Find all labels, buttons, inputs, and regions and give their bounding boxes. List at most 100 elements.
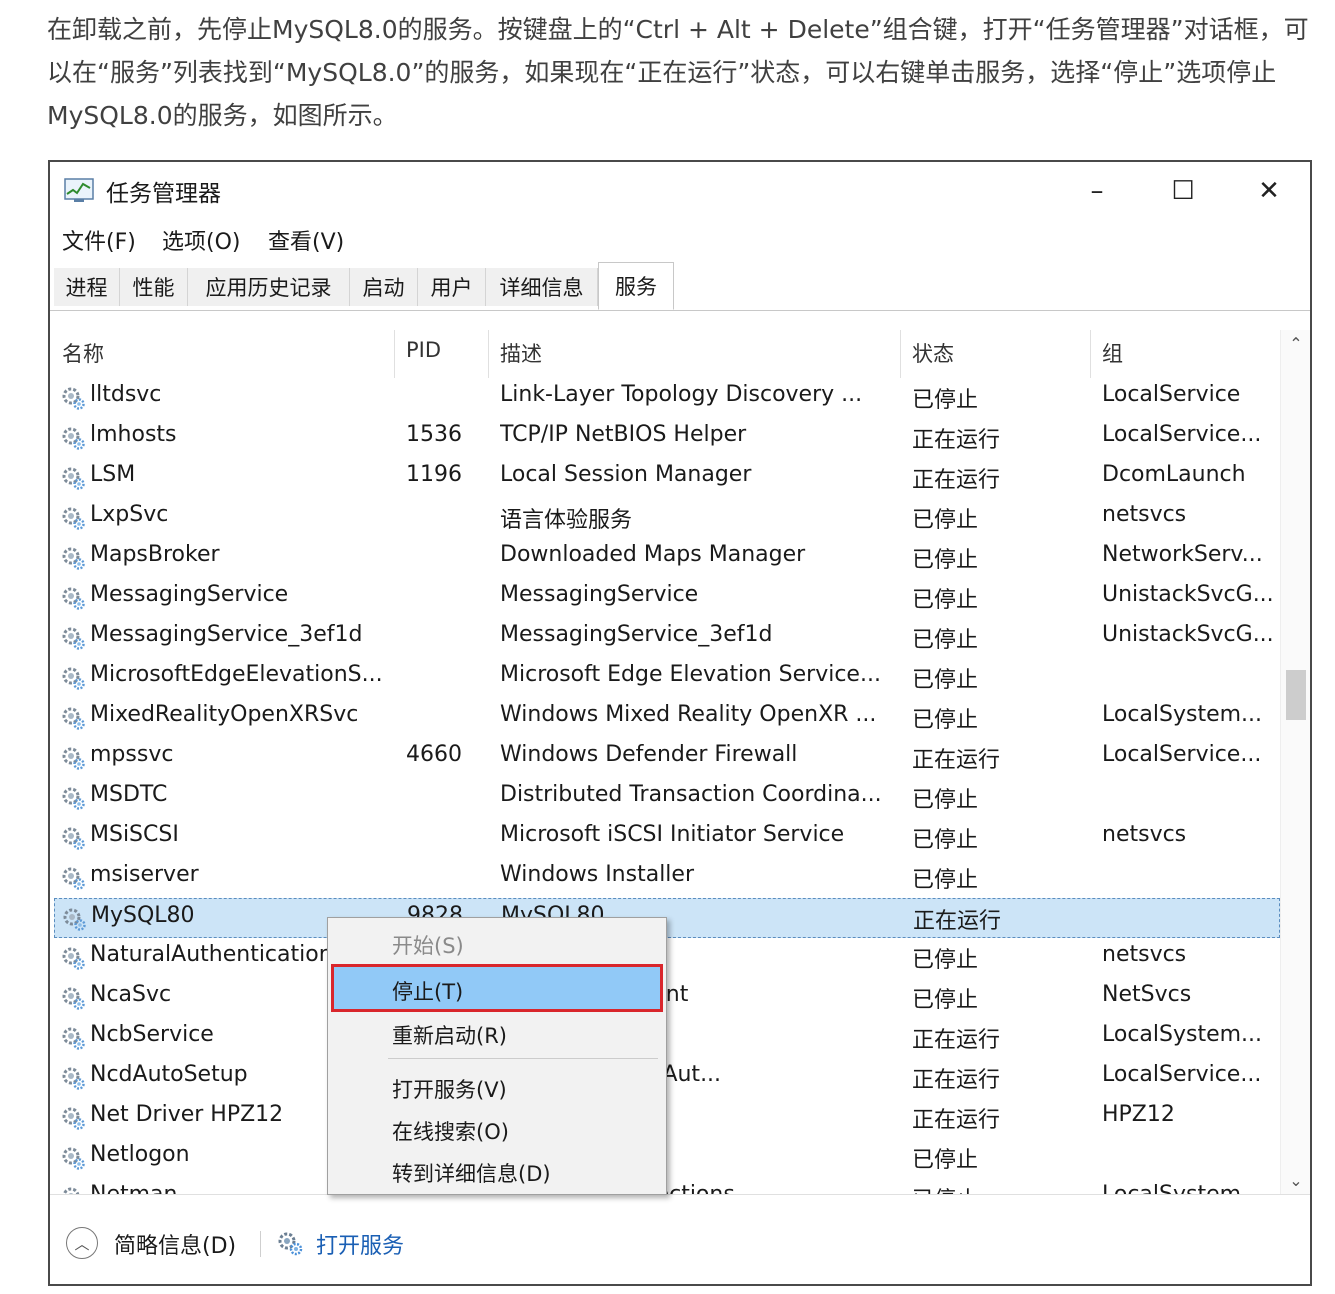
open-services-link[interactable]: 打开服务 xyxy=(316,1228,404,1260)
service-status: 已停止 xyxy=(912,988,979,1013)
table-row[interactable]: NcdAutoSetupected Devices Aut...正在运行Loca… xyxy=(54,1058,1280,1098)
menu-separator xyxy=(388,1058,658,1059)
service-name: MicrosoftEdgeElevationS... xyxy=(90,662,383,687)
table-row[interactable]: MSDTC Distributed Transaction Coordina...… xyxy=(54,778,1280,818)
service-description: Distributed Transaction Coordina... xyxy=(500,782,882,807)
chevron-up-circle-icon[interactable]: ︿ xyxy=(66,1227,98,1259)
service-group: DcomLaunch xyxy=(1102,462,1246,487)
service-group: LocalSystem... xyxy=(1102,1182,1278,1194)
service-pid: 1536 xyxy=(406,422,462,447)
tab-performance[interactable]: 性能 xyxy=(120,268,188,306)
column-description[interactable]: 描述 xyxy=(500,338,542,368)
table-row[interactable]: MixedRealityOpenXRSvc Windows Mixed Reali… xyxy=(54,698,1280,738)
table-row[interactable]: MapsBroker Downloaded Maps Manager 已停止 Netw… xyxy=(54,538,1280,578)
context-menu-item[interactable]: 停止(T) xyxy=(331,964,663,1012)
scrollbar-thumb[interactable] xyxy=(1286,670,1306,720)
table-row[interactable]: MSiSCSI Microsoft iSCSI Initiator Service… xyxy=(54,818,1280,858)
footer-divider xyxy=(260,1231,261,1257)
maximize-button[interactable]: ☐ xyxy=(1140,166,1226,216)
context-menu-item[interactable]: 在线搜索(O) xyxy=(328,1108,666,1150)
task-manager-icon xyxy=(64,178,94,202)
context-menu-label: 在线搜索(O) xyxy=(392,1120,509,1144)
tab-services[interactable]: 服务 xyxy=(598,262,674,310)
sort-up-icon: ⌃ xyxy=(214,330,229,339)
service-name: MessagingService xyxy=(90,582,289,607)
footer: ︿ 简略信息(D) 打开服务 xyxy=(50,1194,1310,1284)
table-row[interactable]: lltdsvc Link-Layer Topology Discovery ...… xyxy=(54,378,1280,418)
table-row[interactable]: MySQL80 9828 MySQL80 正在运行 xyxy=(54,898,1280,938)
column-group[interactable]: 组 xyxy=(1102,338,1123,368)
tab-users[interactable]: 用户 xyxy=(418,268,486,306)
context-menu-label: 停止(T) xyxy=(392,980,464,1004)
title-bar: 任务管理器 – ☐ ✕ xyxy=(50,162,1310,220)
context-menu-item[interactable]: 重新启动(R) xyxy=(328,1012,666,1054)
table-row[interactable]: mpssvc 4660 Windows Defender Firewall 正在运行 L… xyxy=(54,738,1280,778)
service-name: MapsBroker xyxy=(90,542,220,567)
table-row[interactable]: msiserver Windows Installer 已停止 xyxy=(54,858,1280,898)
minimize-button[interactable]: – xyxy=(1054,166,1140,216)
service-group: netsvcs xyxy=(1102,502,1187,527)
table-row[interactable]: NcbServiceection Broker正在运行LocalSystem..… xyxy=(54,1018,1280,1058)
column-name[interactable]: 名称 xyxy=(62,338,104,368)
service-status: 正在运行 xyxy=(912,1068,1001,1093)
service-name: mpssvc xyxy=(90,742,174,767)
scroll-down-icon[interactable]: ⌄ xyxy=(1281,1171,1310,1190)
column-divider[interactable] xyxy=(394,330,395,378)
service-name: LxpSvc xyxy=(90,502,169,527)
vertical-scrollbar[interactable]: ⌃ ⌄ xyxy=(1280,330,1310,1194)
table-row[interactable]: NcaSvcectivity Assistant已停止NetSvcs xyxy=(54,978,1280,1018)
service-description: Microsoft iSCSI Initiator Service xyxy=(500,822,845,847)
table-row[interactable]: Netlogon 已停止 xyxy=(54,1138,1280,1178)
service-group: LocalService xyxy=(1102,382,1241,407)
column-divider[interactable] xyxy=(900,330,901,378)
close-button[interactable]: ✕ xyxy=(1226,166,1310,216)
service-status: 已停止 xyxy=(912,548,979,573)
service-status: 已停止 xyxy=(912,1182,1088,1194)
table-row[interactable]: NaturalAuthentication 已停止 netsvcs xyxy=(54,938,1280,978)
service-status: 已停止 xyxy=(912,668,979,693)
service-gear-icon xyxy=(62,507,85,530)
column-divider[interactable] xyxy=(488,330,489,378)
scroll-up-icon[interactable]: ⌃ xyxy=(1281,334,1310,353)
service-gear-icon xyxy=(62,1147,85,1170)
table-row[interactable]: MessagingService MessagingService 已停止 Unist… xyxy=(54,578,1280,618)
table-row[interactable]: MessagingService_3ef1d MessagingService_3… xyxy=(54,618,1280,658)
tab-processes[interactable]: 进程 xyxy=(54,268,120,306)
service-status: 正在运行 xyxy=(912,468,1001,493)
service-gear-icon xyxy=(62,1187,80,1194)
service-status: 已停止 xyxy=(912,508,979,533)
menu-options[interactable]: 选项(O) xyxy=(162,224,240,256)
service-gear-icon xyxy=(62,547,85,570)
table-row[interactable]: MicrosoftEdgeElevationS... Microsoft Edge… xyxy=(54,658,1280,698)
service-status: 已停止 xyxy=(912,708,979,733)
tab-details[interactable]: 详细信息 xyxy=(486,268,598,306)
tab-app-history[interactable]: 应用历史记录 xyxy=(188,268,350,306)
tab-startup[interactable]: 启动 xyxy=(350,268,418,306)
service-description: 语言体验服务 xyxy=(500,508,633,533)
table-row[interactable]: Net Driver HPZ1212正在运行HPZ12 xyxy=(54,1098,1280,1138)
column-divider[interactable] xyxy=(1090,330,1091,378)
service-gear-icon xyxy=(63,908,86,931)
service-description: Link-Layer Topology Discovery ... xyxy=(500,382,863,407)
table-row[interactable]: lmhosts 1536 TCP/IP NetBIOS Helper 正在运行 Loca… xyxy=(54,418,1280,458)
service-description: MessagingService_3ef1d xyxy=(500,622,773,647)
services-gear-icon[interactable] xyxy=(276,1229,304,1257)
table-row[interactable]: LxpSvc 语言体验服务 已停止 netsvcs xyxy=(54,498,1280,538)
window-title: 任务管理器 xyxy=(106,181,221,207)
fewer-details-button[interactable]: 简略信息(D) xyxy=(114,1228,236,1260)
context-menu-item[interactable]: 转到详细信息(D) xyxy=(328,1150,666,1192)
context-menu-label: 开始(S) xyxy=(392,934,464,958)
service-status: 已停止 xyxy=(912,788,979,813)
service-status: 已停止 xyxy=(912,948,979,973)
menu-view[interactable]: 查看(V) xyxy=(268,224,344,256)
menu-file[interactable]: 文件(F) xyxy=(62,224,136,256)
table-row[interactable]: NetmanNetwork Connections已停止LocalSystem.… xyxy=(54,1178,1280,1194)
table-row[interactable]: LSM 1196 Local Session Manager 正在运行 DcomLaun… xyxy=(54,458,1280,498)
column-pid[interactable]: PID xyxy=(406,338,441,362)
service-description: Local Session Manager xyxy=(500,462,752,487)
column-status[interactable]: 状态 xyxy=(912,338,954,368)
service-description: MessagingService xyxy=(500,582,699,607)
context-menu-item[interactable]: 打开服务(V) xyxy=(328,1066,666,1108)
service-pid: 4660 xyxy=(406,742,462,767)
service-status: 已停止 xyxy=(912,1148,979,1173)
